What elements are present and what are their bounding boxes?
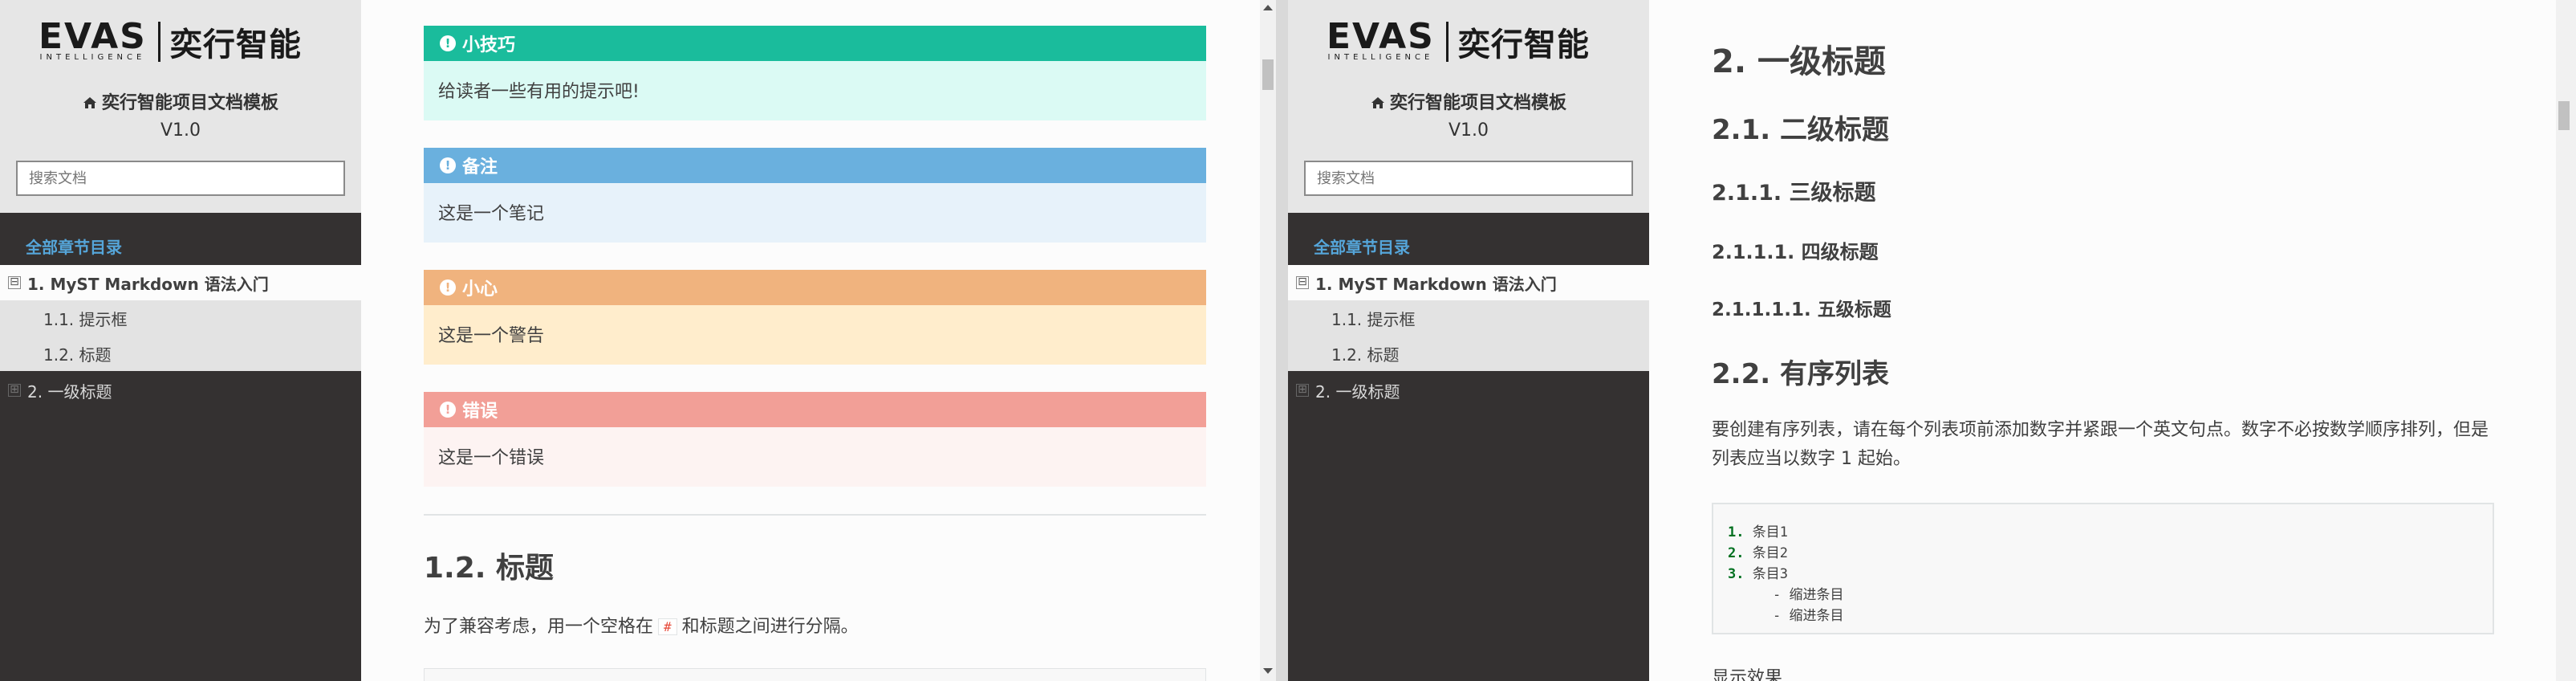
- window-gutter: [1276, 0, 1288, 681]
- list-number: 2.: [1728, 545, 1745, 561]
- heading-level1: 2. 一级标题: [1712, 43, 1886, 80]
- caution-admonition: ! 小心 这是一个警告: [424, 270, 1206, 365]
- paragraph-text: 为了兼容考虑，用一个空格在: [424, 617, 654, 637]
- admonition-title: 小技巧: [462, 35, 516, 55]
- admonition-title: 错误: [462, 402, 498, 422]
- scrollbar[interactable]: [1260, 0, 1276, 681]
- heading-ordered-list: 2.2. 有序列表: [1712, 358, 1889, 390]
- admonition-body: 这是一个笔记: [424, 183, 1206, 243]
- display-label: 显示效果: [1712, 668, 1783, 681]
- code-block: [424, 668, 1206, 681]
- error-admonition: ! 错误 这是一个错误: [424, 392, 1206, 487]
- admonition-body: 这是一个错误: [424, 427, 1206, 487]
- admonition-body: 这是一个警告: [424, 305, 1206, 365]
- paragraph: 要创建有序列表，请在每个列表项前添加数字并紧跟一个英文句点。数字不必按数学顺序排…: [1712, 420, 2489, 469]
- admonition-body: 给读者一些有用的提示吧!: [424, 61, 1206, 120]
- code-block: 1. 条目1 2. 条目2 3. 条目3 - 缩进条目 - 缩进条目: [1712, 503, 2494, 634]
- section-heading: 1.2. 标题: [424, 552, 554, 585]
- code-line: - 缩进条目: [1728, 606, 2478, 626]
- list-text: 条目2: [1752, 545, 1788, 561]
- list-text: 缩进条目: [1789, 608, 1844, 624]
- admonition-header: ! 小心: [424, 270, 1206, 305]
- admonition-header: ! 小技巧: [424, 26, 1206, 61]
- exclamation-icon: !: [440, 35, 456, 51]
- inline-code: #: [658, 618, 677, 635]
- main-content: 2. 一级标题 2.1. 二级标题 2.1.1. 三级标题 2.1.1.1. 四…: [1288, 0, 2556, 681]
- list-text: 缩进条目: [1789, 587, 1844, 603]
- exclamation-icon: !: [440, 157, 456, 173]
- heading-level5: 2.1.1.1.1. 五级标题: [1712, 300, 1891, 320]
- exclamation-icon: !: [440, 402, 456, 418]
- list-number: 1.: [1728, 524, 1745, 540]
- heading-level2: 2.1. 二级标题: [1712, 114, 1889, 146]
- admonition-title: 备注: [462, 157, 498, 177]
- left-window: EVAS INTELLIGENCE 奕行智能 奕行智能项目文档模板 V1.0 全…: [0, 0, 1276, 681]
- code-line: 2. 条目2: [1728, 543, 2478, 564]
- tip-admonition: ! 小技巧 给读者一些有用的提示吧!: [424, 26, 1206, 120]
- heading-level4: 2.1.1.1. 四级标题: [1712, 241, 1879, 263]
- list-dash: -: [1773, 587, 1790, 603]
- main-content: ! 小技巧 给读者一些有用的提示吧! ! 备注 这是一个笔记 ! 小心 这是一个…: [0, 0, 1260, 681]
- exclamation-icon: !: [440, 279, 456, 296]
- list-text: 条目3: [1752, 566, 1788, 582]
- right-window: EVAS INTELLIGENCE 奕行智能 奕行智能项目文档模板 V1.0 全…: [1288, 0, 2576, 681]
- admonition-title: 小心: [462, 279, 498, 300]
- scrollbar[interactable]: [2556, 0, 2576, 681]
- admonition-header: ! 备注: [424, 148, 1206, 183]
- scrollbar-thumb[interactable]: [1262, 59, 1274, 90]
- scroll-down-icon[interactable]: [1263, 668, 1273, 674]
- code-line: 3. 条目3: [1728, 564, 2478, 585]
- code-line: - 缩进条目: [1728, 585, 2478, 606]
- list-text: 条目1: [1752, 524, 1788, 540]
- list-dash: -: [1773, 608, 1790, 624]
- scrollbar-thumb[interactable]: [2558, 101, 2570, 130]
- code-line: 1. 条目1: [1728, 522, 2478, 543]
- paragraph: 为了兼容考虑，用一个空格在 # 和标题之间进行分隔。: [424, 612, 859, 638]
- note-admonition: ! 备注 这是一个笔记: [424, 148, 1206, 243]
- list-number: 3.: [1728, 566, 1745, 582]
- heading-level3: 2.1.1. 三级标题: [1712, 181, 1876, 206]
- admonition-header: ! 错误: [424, 392, 1206, 427]
- paragraph-text: 和标题之间进行分隔。: [681, 617, 859, 637]
- scroll-up-icon[interactable]: [1263, 5, 1273, 10]
- section-divider: [424, 514, 1206, 516]
